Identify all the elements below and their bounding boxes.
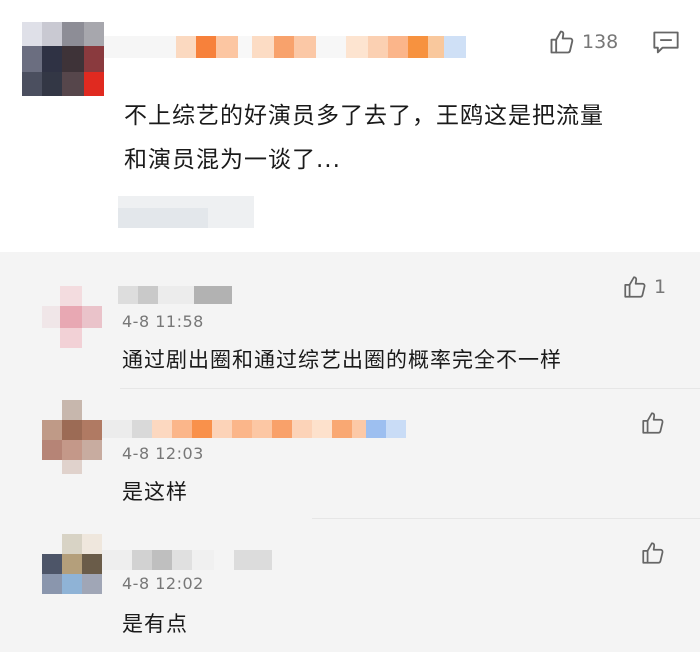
thumbs-up-icon: [622, 274, 648, 300]
comment-icon: [652, 30, 680, 60]
reply-time: 4-8 12:02: [122, 574, 204, 593]
reply-list: 4-8 11:58 通过剧出圈和通过综艺出圈的概率完全不一样 1 4-8 12:…: [0, 252, 700, 652]
reply-like-button[interactable]: [640, 410, 672, 436]
comment-text-line-2: 和演员混为一谈了...: [124, 147, 341, 173]
like-button[interactable]: 138: [548, 28, 618, 56]
reply-text: 是这样: [122, 480, 188, 504]
thumbs-up-icon: [640, 540, 666, 566]
thumbs-up-icon: [640, 410, 666, 436]
reply-avatar[interactable]: [42, 286, 104, 348]
reply-username-redacted[interactable]: [102, 550, 272, 574]
reply-time: 4-8 11:58: [122, 312, 204, 331]
redacted-bar: [118, 196, 254, 228]
reply-divider: [120, 388, 700, 389]
username-redacted[interactable]: [104, 36, 466, 60]
avatar[interactable]: [22, 22, 104, 96]
reply-username-redacted[interactable]: [102, 420, 406, 440]
like-count: 138: [582, 31, 619, 53]
reply-like-count: 1: [654, 276, 667, 298]
reply-text: 通过剧出圈和通过综艺出圈的概率完全不一样: [122, 348, 562, 372]
thumbs-up-icon: [548, 28, 576, 56]
main-comment: 138 不上综艺的好演员多了去了，王鸥这是把流量 和演员混为一谈了...: [0, 0, 700, 252]
reply-username-redacted[interactable]: [118, 286, 238, 306]
reply-like-button[interactable]: [640, 540, 672, 566]
reply-text: 是有点: [122, 612, 188, 636]
reply-avatar[interactable]: [42, 534, 102, 594]
reply-like-button[interactable]: 1: [622, 274, 666, 300]
reply-divider: [312, 518, 700, 519]
reply-avatar[interactable]: [42, 400, 102, 474]
comment-button[interactable]: [652, 30, 680, 56]
reply-time: 4-8 12:03: [122, 444, 204, 463]
comment-text-line-1: 不上综艺的好演员多了去了，王鸥这是把流量: [124, 103, 604, 129]
